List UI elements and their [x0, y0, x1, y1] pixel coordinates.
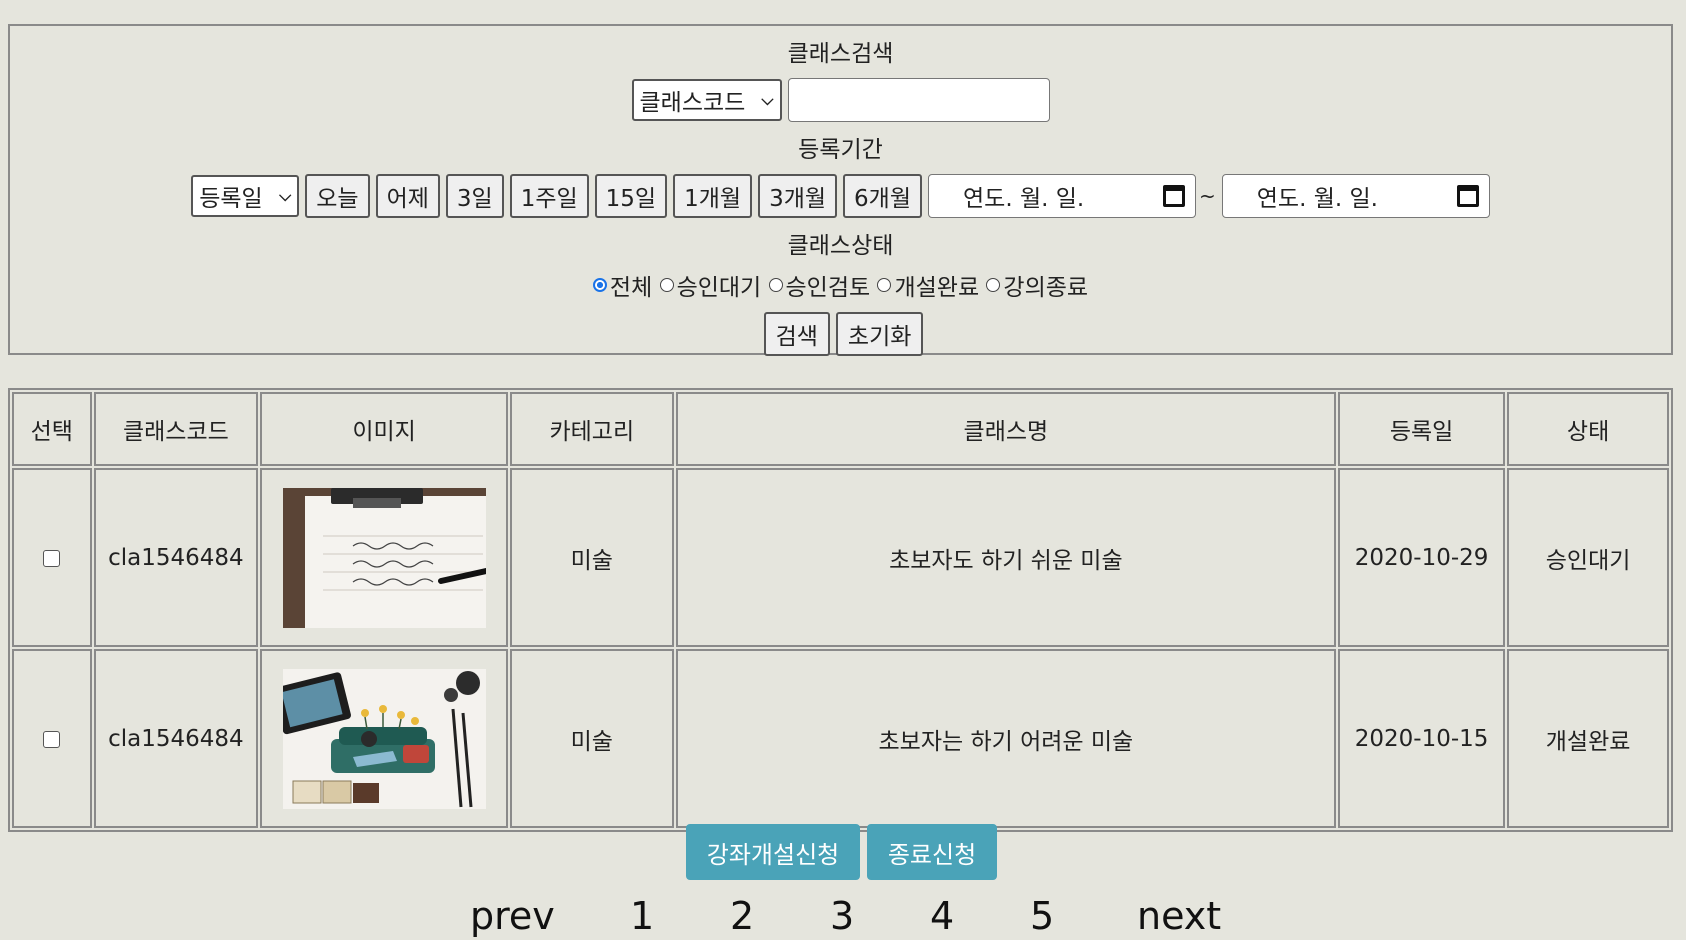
radio-unchecked[interactable]: [659, 278, 674, 292]
class-name-cell[interactable]: 초보자는 하기 어려운 미술: [675, 649, 1337, 828]
date-separator: ~: [1199, 184, 1216, 208]
radio-unchecked[interactable]: [877, 278, 892, 292]
reg-date-cell: 2020-10-29: [1338, 468, 1506, 647]
pagination-page-4[interactable]: 4: [930, 894, 954, 938]
status-radio-pending[interactable]: 승인대기: [659, 268, 761, 302]
class-table: 선택 클래스코드 이미지 카테고리 클래스명 등록일 상태 cla1546484: [8, 388, 1673, 832]
pagination-prev[interactable]: prev: [470, 894, 555, 938]
header-select: 선택: [12, 392, 92, 466]
status-radio-review[interactable]: 승인검토: [768, 268, 870, 302]
row-checkbox[interactable]: [43, 730, 61, 748]
period-3months-button[interactable]: 3개월: [758, 174, 838, 218]
close-request-button[interactable]: 종료신청: [867, 824, 997, 880]
status-radio-opened[interactable]: 개설완료: [877, 268, 979, 302]
chevron-down-icon: ⌵: [761, 90, 774, 109]
status-label: 클래스상태: [787, 233, 894, 259]
pagination-page-3[interactable]: 3: [830, 894, 854, 938]
status-radio-ended[interactable]: 강의종료: [986, 268, 1088, 302]
reset-button[interactable]: 초기화: [835, 312, 924, 356]
date-from-input[interactable]: 연도. 월. 일.: [928, 174, 1196, 218]
period-3days-button[interactable]: 3일: [445, 174, 504, 218]
radio-unchecked[interactable]: [768, 278, 783, 292]
row-select-cell: [12, 649, 92, 828]
date-field-select[interactable]: 등록일 ⌵: [191, 175, 300, 217]
class-search-panel: 클래스검색 클래스코드 ⌵ 등록기간 등록일 ⌵ 오늘 어제 3일 1주일 15일 1개월 3개…: [8, 24, 1673, 356]
table-header-row: 선택 클래스코드 이미지 카테고리 클래스명 등록일 상태: [12, 392, 1669, 466]
table-row: cla1546484 미술 초보자는 하기 어려운 미술 2020-10-15 …: [12, 649, 1669, 828]
status-cell: 승인대기: [1507, 468, 1669, 647]
class-name-cell[interactable]: 초보자도 하기 쉬운 미술: [675, 468, 1337, 647]
class-thumbnail[interactable]: [282, 487, 486, 628]
pagination-page-2[interactable]: 2: [730, 894, 754, 938]
class-code-cell: cla1546484: [93, 468, 259, 647]
image-cell: [260, 468, 508, 647]
calendar-icon[interactable]: [1163, 185, 1185, 207]
pagination-page-5[interactable]: 5: [1030, 894, 1054, 938]
radio-unchecked[interactable]: [986, 278, 1001, 292]
category-cell: 미술: [509, 468, 674, 647]
period-1week-button[interactable]: 1주일: [509, 174, 589, 218]
row-select-cell: [12, 468, 92, 647]
pagination-next[interactable]: next: [1137, 894, 1221, 938]
class-field-select[interactable]: 클래스코드 ⌵: [631, 79, 782, 121]
header-status: 상태: [1507, 392, 1669, 466]
keyword-input[interactable]: [787, 78, 1050, 122]
class-thumbnail[interactable]: [282, 668, 486, 809]
header-image: 이미지: [260, 392, 508, 466]
table-row: cla1546484 미술 초보자도 하기 쉬운 미술 2020-10-29 승…: [12, 468, 1669, 647]
image-cell: [260, 649, 508, 828]
period-today-button[interactable]: 오늘: [305, 174, 370, 218]
open-request-button[interactable]: 강좌개설신청: [686, 824, 860, 880]
header-category: 카테고리: [509, 392, 674, 466]
status-radio-all[interactable]: 전체: [592, 268, 652, 302]
search-button[interactable]: 검색: [763, 312, 830, 356]
status-cell: 개설완료: [1507, 649, 1669, 828]
pagination-page-1[interactable]: 1: [630, 894, 654, 938]
period-6months-button[interactable]: 6개월: [843, 174, 922, 218]
row-checkbox[interactable]: [43, 549, 61, 567]
category-cell: 미술: [509, 649, 674, 828]
calendar-icon[interactable]: [1456, 185, 1479, 207]
period-1month-button[interactable]: 1개월: [673, 174, 753, 218]
date-to-input[interactable]: 연도. 월. 일.: [1221, 174, 1490, 218]
radio-checked[interactable]: [592, 278, 607, 292]
header-class-code: 클래스코드: [93, 392, 259, 466]
status-radio-group: 전체 승인대기 승인검토 개설완료 강의종료: [10, 268, 1671, 302]
period-label: 등록기간: [798, 137, 883, 163]
reg-date-cell: 2020-10-15: [1338, 649, 1506, 828]
period-yesterday-button[interactable]: 어제: [375, 174, 440, 218]
header-reg-date: 등록일: [1338, 392, 1506, 466]
period-15days-button[interactable]: 15일: [594, 174, 668, 218]
header-class-name: 클래스명: [675, 392, 1337, 466]
chevron-down-icon: ⌵: [279, 186, 292, 205]
pagination: prev 1 2 3 4 5 next: [0, 890, 1686, 940]
class-search-label: 클래스검색: [787, 41, 894, 67]
class-code-cell: cla1546484: [93, 649, 259, 828]
